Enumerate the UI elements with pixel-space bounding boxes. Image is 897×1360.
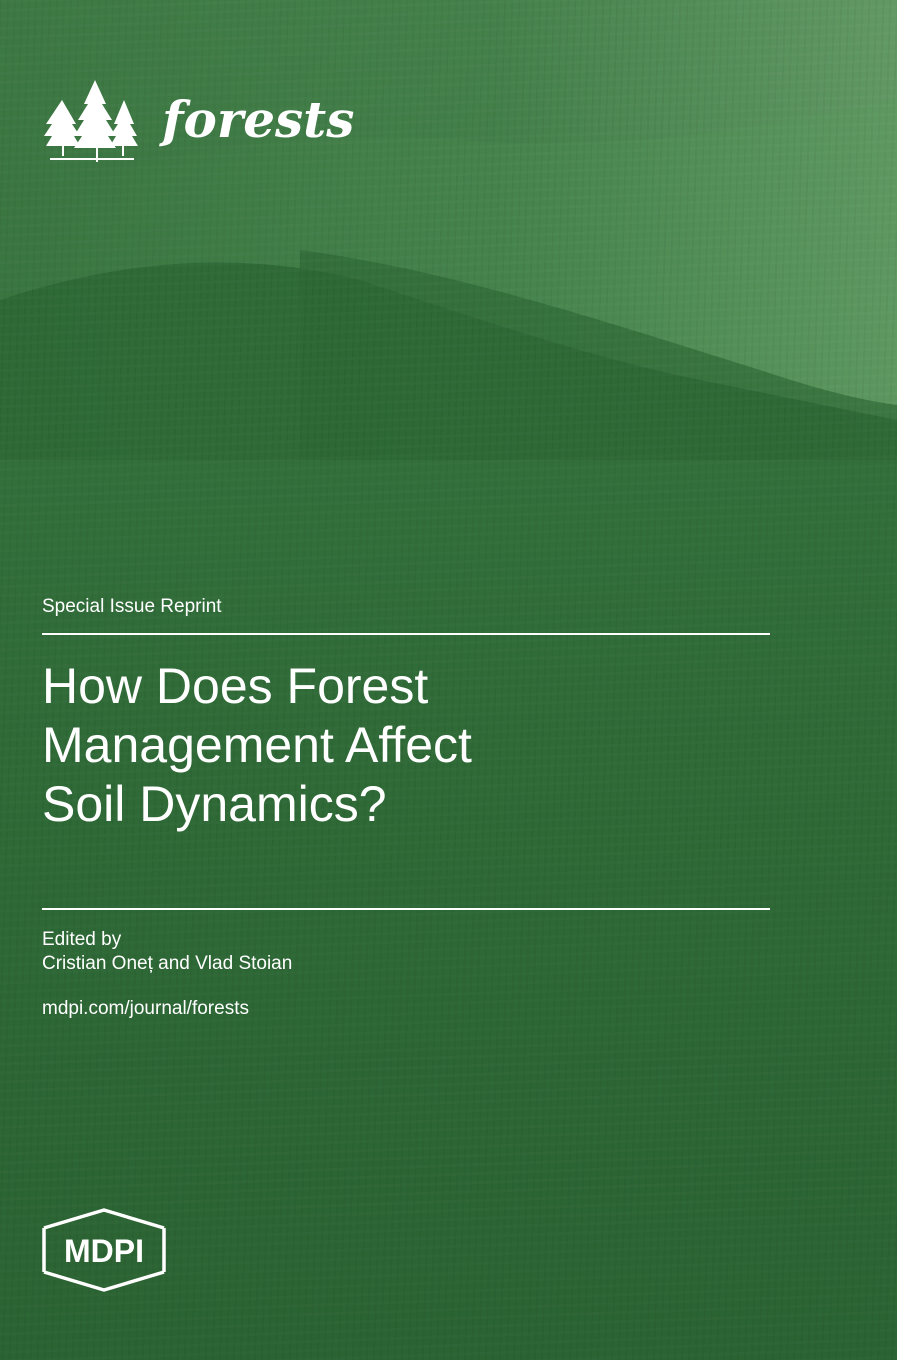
publisher-name: MDPI (64, 1233, 144, 1269)
journal-url: mdpi.com/journal/forests (42, 998, 249, 1019)
title-line: Soil Dynamics? (42, 776, 387, 832)
reprint-label: Special Issue Reprint (42, 596, 222, 617)
trees-icon (44, 80, 138, 162)
divider-bottom (42, 908, 770, 910)
editors-block: Edited by Cristian Oneț and Vlad Stoian (42, 928, 292, 976)
journal-name: forests (162, 90, 355, 149)
mdpi-hexagon-icon: MDPI (42, 1208, 166, 1292)
editor-names: Cristian Oneț and Vlad Stoian (42, 953, 293, 974)
journal-logo: forests (40, 78, 354, 170)
book-title: How Does Forest Management Affect Soil D… (42, 657, 742, 834)
title-line: How Does Forest (42, 658, 429, 714)
title-line: Management Affect (42, 717, 472, 773)
book-cover: forests Special Issue Reprint How Does F… (0, 0, 897, 1360)
edited-by-label: Edited by (42, 929, 122, 950)
divider-top (42, 633, 770, 635)
